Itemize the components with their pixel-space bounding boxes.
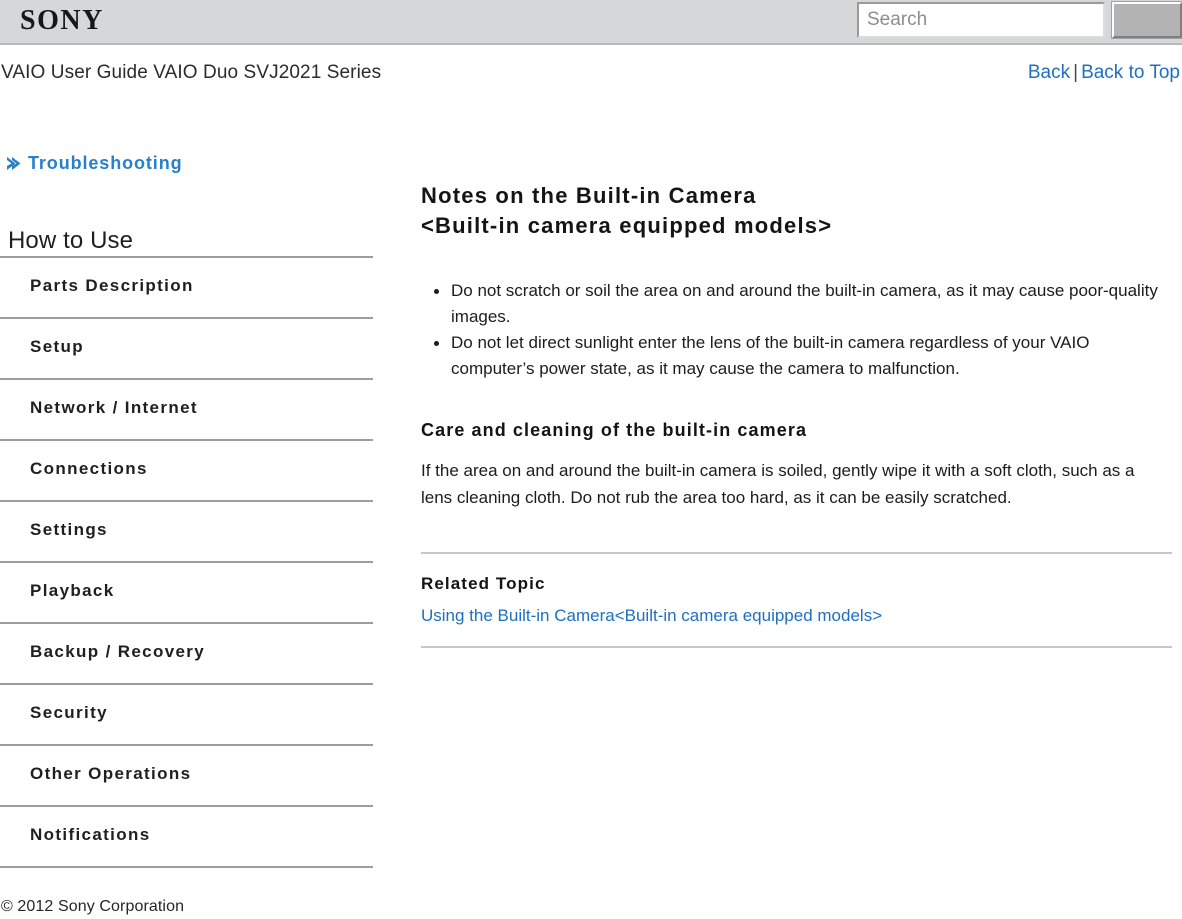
guide-title-row: VAIO User Guide VAIO Duo SVJ2021 Series …	[0, 62, 1182, 98]
top-nav-links: Back | Back to Top	[1028, 62, 1180, 84]
sidebar-item-connections[interactable]: Connections	[0, 441, 373, 500]
site-header: SONY	[0, 0, 1182, 45]
sony-logo: SONY	[20, 5, 104, 36]
sidebar-item-playback[interactable]: Playback	[0, 563, 373, 622]
copyright-footer: © 2012 Sony Corporation	[1, 898, 185, 915]
list-item[interactable]: Connections	[0, 439, 373, 500]
sidebar-item-label: Troubleshooting	[28, 152, 183, 173]
related-topic-link[interactable]: Using the Built-in Camera<Built-in camer…	[421, 606, 882, 626]
related-topic-heading: Related Topic	[421, 574, 546, 593]
sidebar-item-backup-recovery[interactable]: Backup / Recovery	[0, 624, 373, 683]
divider-bottom	[421, 646, 1172, 648]
sidebar-item-parts-description[interactable]: Parts Description	[0, 258, 373, 317]
nav-separator: |	[1073, 62, 1079, 83]
list-item[interactable]: Notifications	[0, 805, 373, 868]
article-title-line2: <Built-in camera equipped models>	[421, 213, 833, 238]
sidebar-item-notifications[interactable]: Notifications	[0, 807, 373, 866]
search-submit-button[interactable]	[1111, 1, 1182, 39]
main-content: Notes on the Built-in Camera <Built-in c…	[421, 181, 1172, 648]
list-item: Do not scratch or soil the area on and a…	[434, 278, 1172, 330]
divider-top	[421, 552, 1172, 554]
search-area	[857, 1, 1182, 39]
sidebar: Troubleshooting How to Use Parts Descrip…	[0, 148, 373, 868]
page-title: VAIO User Guide VAIO Duo SVJ2021 Series	[1, 62, 382, 83]
care-section-heading: Care and cleaning of the built-in camera	[421, 420, 808, 440]
sidebar-item-security[interactable]: Security	[0, 685, 373, 744]
list-item[interactable]: Network / Internet	[0, 378, 373, 439]
list-item[interactable]: Backup / Recovery	[0, 622, 373, 683]
list-item: Do not let direct sunlight enter the len…	[434, 330, 1172, 382]
care-section-body: If the area on and around the built-in c…	[421, 461, 1135, 507]
sidebar-item-network-internet[interactable]: Network / Internet	[0, 380, 373, 439]
chevron-right-icon	[6, 155, 22, 172]
sidebar-item-other-operations[interactable]: Other Operations	[0, 746, 373, 805]
list-item[interactable]: Settings	[0, 500, 373, 561]
article-title-line1: Notes on the Built-in Camera	[421, 183, 757, 208]
sidebar-nav-list: Parts Description Setup Network / Intern…	[0, 256, 373, 868]
sidebar-item-troubleshooting[interactable]: Troubleshooting	[0, 148, 373, 178]
article-title: Notes on the Built-in Camera <Built-in c…	[421, 181, 1172, 241]
list-item[interactable]: Setup	[0, 317, 373, 378]
back-to-top-link[interactable]: Back to Top	[1081, 62, 1180, 83]
list-item[interactable]: Other Operations	[0, 744, 373, 805]
list-item[interactable]: Playback	[0, 561, 373, 622]
sidebar-item-setup[interactable]: Setup	[0, 319, 373, 378]
list-item[interactable]: Parts Description	[0, 256, 373, 317]
search-input[interactable]	[857, 2, 1105, 38]
back-link[interactable]: Back	[1028, 62, 1070, 83]
notes-bullet-list: Do not scratch or soil the area on and a…	[421, 278, 1172, 382]
list-item[interactable]: Security	[0, 683, 373, 744]
sidebar-section-heading: How to Use	[8, 227, 134, 254]
sidebar-item-settings[interactable]: Settings	[0, 502, 373, 561]
